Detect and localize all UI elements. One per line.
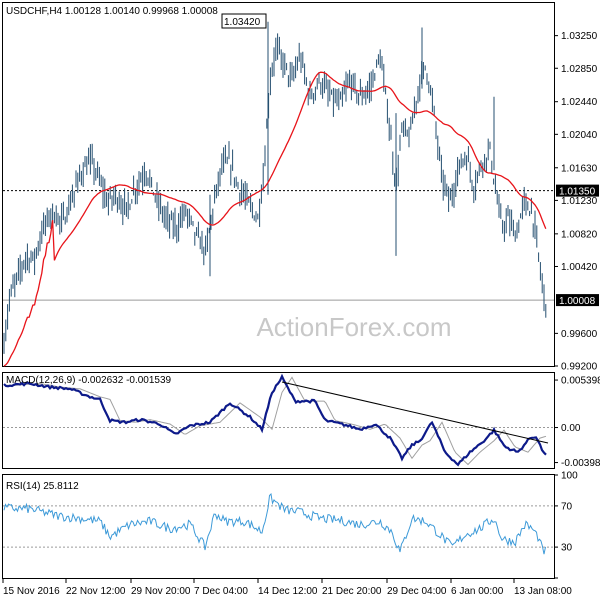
- price-tick-label: 1.02440: [561, 97, 598, 108]
- price-tick-label: 1.00820: [561, 229, 598, 240]
- price-pane-title: USDCHF,H4 1.00128 1.00140 0.99968 1.0000…: [6, 6, 218, 17]
- x-tick-label: 13 Jan 08:00: [514, 586, 572, 597]
- rsi-tick-label: 70: [561, 501, 573, 512]
- x-tick-label: 21 Dec 20:00: [322, 586, 382, 597]
- x-tick-label: 29 Nov 20:00: [131, 586, 191, 597]
- watermark: ActionForex.com: [256, 312, 451, 342]
- macd-tick-label: 0.005398: [561, 376, 600, 387]
- rsi-tick-label: 100: [561, 471, 578, 482]
- x-tick-label: 6 Jan 00:00: [451, 586, 504, 597]
- x-tick-label: 15 Nov 2016: [3, 586, 60, 597]
- rsi-pane-frame: [2, 474, 555, 579]
- price-tick-label: 1.02040: [561, 130, 598, 141]
- macd-pane-frame: [2, 372, 555, 469]
- high-annotation-label: 1.03420: [224, 17, 261, 28]
- rsi-line: [3, 492, 546, 555]
- price-tick-label: 1.02850: [561, 64, 598, 75]
- current-price-label: 1.00008: [559, 296, 596, 307]
- x-tick-label: 29 Dec 04:00: [387, 586, 447, 597]
- x-tick-label: 14 Dec 12:00: [258, 586, 318, 597]
- price-tick-label: 1.00420: [561, 262, 598, 273]
- macd-pane-title: MACD(12,26,9) -0.002632 -0.001539: [6, 375, 172, 386]
- price-tick-label: 1.01630: [561, 163, 598, 174]
- price-tick-label: 0.99200: [561, 362, 598, 373]
- macd-line: [3, 373, 547, 467]
- rsi-pane-title: RSI(14) 25.8112: [6, 481, 79, 492]
- price-tick-label: 0.99600: [561, 329, 598, 340]
- level-line-label: 1.01350: [559, 187, 596, 198]
- rsi-tick-label: 30: [561, 543, 573, 554]
- chart-canvas: ActionForex.com 1.03250 1.02850 1.02440 1.0…: [2, 2, 600, 597]
- macd-tick-label: 0.00: [561, 423, 581, 434]
- x-tick-label: 7 Dec 04:00: [194, 586, 248, 597]
- x-tick-label: 22 Nov 12:00: [66, 586, 126, 597]
- macd-tick-label: -0.003981: [561, 458, 600, 469]
- price-tick-label: 1.03250: [561, 31, 598, 42]
